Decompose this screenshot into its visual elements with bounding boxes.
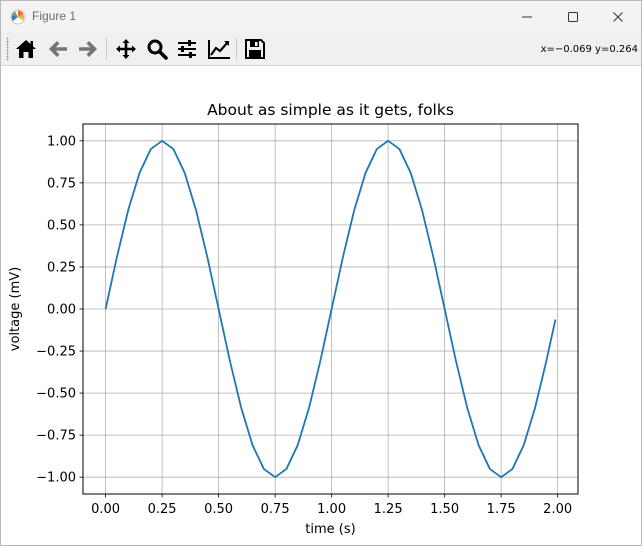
sliders-icon xyxy=(178,40,196,58)
y-tick-label: −0.75 xyxy=(36,429,76,444)
pan-button[interactable] xyxy=(112,36,140,62)
save-button[interactable] xyxy=(241,36,269,62)
toolbar-separator xyxy=(106,38,107,60)
x-tick-label: 1.75 xyxy=(487,502,516,517)
y-tick-label: 0.75 xyxy=(47,176,76,191)
maximize-button[interactable] xyxy=(550,1,596,32)
maximize-icon xyxy=(568,11,578,22)
x-tick-label: 0.25 xyxy=(148,502,177,517)
magnifier-icon xyxy=(147,39,168,60)
window-title: Figure 1 xyxy=(32,9,77,23)
x-tick-label: 1.25 xyxy=(374,502,403,517)
figure-canvas[interactable]: 0.00 0.25 0.50 0.75 1.00 1.25 1.50 1.75 2.00 1.00… xyxy=(1,66,641,545)
y-tick-label: −0.50 xyxy=(36,387,76,402)
x-axis-label: time (s) xyxy=(305,522,355,537)
x-tick-label: 0.00 xyxy=(91,502,120,517)
close-button[interactable] xyxy=(595,1,641,32)
x-tick-label: 0.75 xyxy=(261,502,290,517)
x-tick-label: 1.50 xyxy=(430,502,459,517)
x-tick-label: 1.00 xyxy=(317,502,346,517)
forward-button[interactable] xyxy=(74,36,102,62)
arrow-right-icon xyxy=(79,41,97,57)
y-tick-label: 1.00 xyxy=(47,134,76,149)
y-tick-label: 0.25 xyxy=(47,260,76,275)
close-icon xyxy=(613,11,623,22)
floppy-disk-icon xyxy=(245,39,265,59)
x-tick-label: 2.00 xyxy=(543,502,572,517)
cursor-coordinates: x=−0.069 y=0.264 xyxy=(540,44,638,55)
minimize-button[interactable] xyxy=(504,1,550,32)
y-tick-label: 0.50 xyxy=(47,218,76,233)
home-icon xyxy=(16,40,36,58)
arrow-left-icon xyxy=(49,41,67,57)
minimize-icon xyxy=(522,16,532,17)
toolbar-separator xyxy=(236,38,237,60)
y-tick-label: −0.25 xyxy=(36,345,76,360)
y-axis-label: voltage (mV) xyxy=(8,267,23,351)
home-button[interactable] xyxy=(12,36,40,62)
toolbar-grip[interactable] xyxy=(6,37,9,61)
customize-button[interactable] xyxy=(205,36,233,62)
move-icon xyxy=(116,39,136,59)
zoom-button[interactable] xyxy=(143,36,171,62)
chart-svg[interactable]: 0.00 0.25 0.50 0.75 1.00 1.25 1.50 1.75 2.00 1.00… xyxy=(1,66,641,545)
title-bar[interactable]: Figure 1 xyxy=(1,1,641,32)
figure-window: Figure 1 x=−0.069 y=0.264 0.00 0.25 0.50… xyxy=(0,0,642,546)
figure-background xyxy=(1,66,641,545)
x-tick-label: 0.50 xyxy=(204,502,233,517)
back-button[interactable] xyxy=(44,36,72,62)
matplotlib-logo-icon xyxy=(10,9,26,25)
subplots-button[interactable] xyxy=(173,36,201,62)
line-chart-icon xyxy=(208,40,230,59)
chart-title: About as simple as it gets, folks xyxy=(207,101,454,119)
y-tick-label: −1.00 xyxy=(36,471,76,486)
navigation-toolbar: x=−0.069 y=0.264 xyxy=(1,32,641,66)
y-tick-label: 0.00 xyxy=(47,303,76,318)
